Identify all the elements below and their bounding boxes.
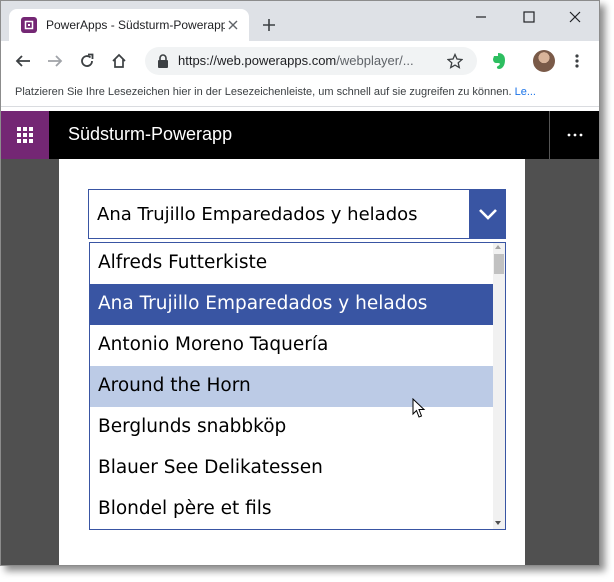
lock-icon[interactable] <box>155 53 171 69</box>
chevron-down-icon[interactable] <box>469 190 506 238</box>
forward-icon[interactable] <box>45 51 65 71</box>
close-tab-icon[interactable] <box>225 17 241 33</box>
customer-dropdown[interactable]: Ana Trujillo Emparedados y helados <box>88 189 506 239</box>
header-divider <box>549 111 550 159</box>
new-tab-icon[interactable] <box>259 15 279 35</box>
tab-title: PowerApps - Südsturm-Powerapp <box>46 18 225 32</box>
more-horiz-icon[interactable] <box>551 111 599 159</box>
waffle-icon[interactable] <box>1 111 49 159</box>
avatar[interactable] <box>533 50 555 72</box>
dropdown-list: Alfreds Futterkiste Ana Trujillo Empared… <box>89 242 506 530</box>
list-item[interactable]: Berglunds snabbköp <box>90 407 493 448</box>
scroll-up-icon[interactable] <box>495 245 501 249</box>
list-item[interactable]: Blondel père et fils <box>90 489 493 529</box>
more-vert-icon[interactable] <box>567 51 587 71</box>
url-text: https://web.powerapps.com/webplayer/... <box>178 53 414 68</box>
list-item[interactable]: Antonio Moreno Taquería <box>90 325 493 366</box>
list-item[interactable]: Alfreds Futterkiste <box>90 243 493 284</box>
list-item[interactable]: Ana Trujillo Emparedados y helados <box>90 284 493 325</box>
scroll-down-icon[interactable] <box>495 521 501 525</box>
powerapps-favicon <box>21 17 37 33</box>
bookmarks-link[interactable]: Le... <box>515 86 536 98</box>
address-bar[interactable]: https://web.powerapps.com/webplayer/... <box>145 47 477 75</box>
maximize-icon[interactable] <box>509 5 549 29</box>
list-scrollbar[interactable] <box>493 243 505 529</box>
bookmarks-bar: Platzieren Sie Ihre Lesezeichen hier in … <box>1 81 599 107</box>
app-header: Südsturm-Powerapp <box>1 111 599 159</box>
evernote-icon[interactable] <box>489 51 509 71</box>
mouse-cursor <box>412 398 426 418</box>
browser-tab[interactable]: PowerApps - Südsturm-Powerapp <box>9 9 249 41</box>
list-item[interactable]: Around the Horn <box>90 366 493 407</box>
scroll-thumb[interactable] <box>494 254 504 274</box>
app-title: Südsturm-Powerapp <box>68 124 233 144</box>
home-icon[interactable] <box>109 51 129 71</box>
browser-window: PowerApps - Südsturm-Powerapp https://we… <box>0 0 600 566</box>
tab-strip: PowerApps - Südsturm-Powerapp <box>1 1 599 41</box>
back-icon[interactable] <box>13 51 33 71</box>
reload-icon[interactable] <box>77 51 97 71</box>
bookmarks-hint: Platzieren Sie Ihre Lesezeichen hier in … <box>15 86 512 98</box>
minimize-icon[interactable] <box>461 5 501 29</box>
star-icon[interactable] <box>446 52 464 69</box>
dropdown-selected-value: Ana Trujillo Emparedados y helados <box>97 204 418 225</box>
close-window-icon[interactable] <box>555 5 595 29</box>
list-item[interactable]: Blauer See Delikatessen <box>90 448 493 489</box>
browser-toolbar: https://web.powerapps.com/webplayer/... <box>1 41 599 81</box>
